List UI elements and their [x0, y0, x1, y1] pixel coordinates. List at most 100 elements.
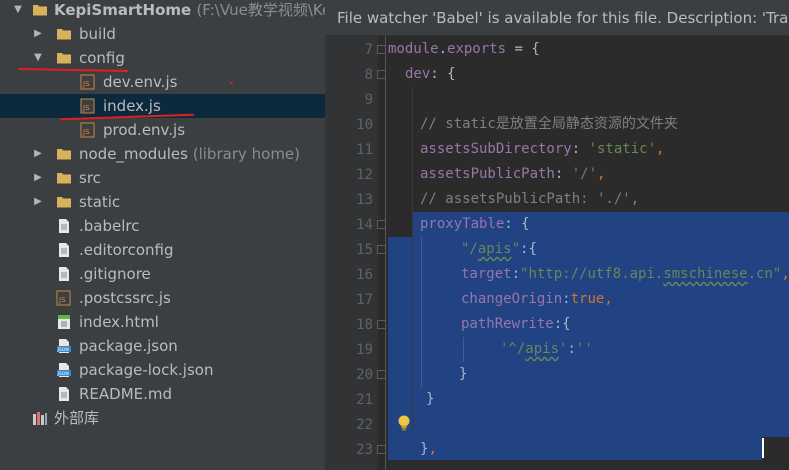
tree-item-root[interactable]: ▼ KepiSmartHome (F:\Vue教学视频\Kep: [0, 0, 325, 22]
tree-item-postcssrc-js[interactable]: JS .postcssrc.js: [0, 286, 325, 310]
tree-item-editorconfig[interactable]: .editorconfig: [0, 238, 325, 262]
fold-marker-icon[interactable]: [377, 45, 386, 54]
line-number: 8: [364, 67, 373, 83]
fold-marker-icon[interactable]: [377, 245, 386, 254]
chevron-right-icon[interactable]: ▶: [32, 22, 44, 46]
chevron-down-icon[interactable]: ▼: [12, 0, 24, 22]
line-number: 12: [356, 167, 373, 183]
file-watcher-banner[interactable]: File watcher 'Babel' is available for th…: [325, 0, 789, 36]
fold-marker-icon[interactable]: [377, 370, 386, 379]
code-line-8: dev: {: [405, 66, 456, 82]
code-line-16: target:"http://utf8.api.smschinese.cn",: [461, 266, 789, 282]
tree-item-static[interactable]: ▶ static: [0, 190, 325, 214]
code-line-17: changeOrigin:true,: [461, 291, 613, 307]
tree-item-path-hint: (F:\Vue教学视频\Kep: [196, 1, 325, 19]
code-line-7: module.exports = {: [388, 41, 540, 57]
folder-icon: [57, 149, 71, 160]
code-editor[interactable]: File watcher 'Babel' is available for th…: [325, 0, 789, 470]
svg-text:JSON: JSON: [57, 347, 69, 353]
js-file-icon: JS: [80, 122, 95, 138]
json-file-icon: JSON: [57, 363, 71, 377]
line-number: 17: [356, 292, 373, 308]
markdown-file-icon: [59, 387, 69, 401]
text-file-icon: [59, 219, 69, 233]
tree-item-label: package-lock.json: [79, 361, 214, 379]
line-number: 19: [356, 342, 373, 358]
line-number: 13: [356, 192, 373, 208]
fold-marker-icon[interactable]: [377, 220, 386, 229]
chevron-right-icon[interactable]: ▶: [32, 142, 44, 166]
tree-item-dev-env-js[interactable]: JS dev.env.js: [0, 70, 325, 94]
line-number: 11: [356, 142, 373, 158]
line-number: 9: [364, 92, 373, 108]
line-number: 15: [356, 242, 373, 258]
fold-marker-icon[interactable]: [377, 70, 386, 79]
line-number: 10: [356, 117, 373, 133]
code-line-11: assetsSubDirectory: 'static',: [420, 141, 665, 157]
tree-item-package-json[interactable]: JSON package.json: [0, 334, 325, 358]
code-line-20: }: [459, 366, 468, 382]
text-selection: [388, 437, 762, 460]
text-file-icon: [59, 243, 69, 257]
lightbulb-icon[interactable]: [395, 414, 413, 432]
tree-item-src[interactable]: ▶ src: [0, 166, 325, 190]
tree-item-label: static: [79, 193, 121, 211]
fold-marker-icon[interactable]: [377, 320, 386, 329]
tree-item-node-modules[interactable]: ▶ node_modules (library home): [0, 142, 325, 166]
code-comment-line-10: // static是放置全局静态资源的文件夹: [420, 116, 678, 132]
chevron-down-icon[interactable]: ▼: [32, 46, 44, 70]
tree-item-label: KepiSmartHome: [54, 1, 192, 19]
code-line-12: assetsPublicPath: '/',: [420, 166, 606, 182]
tree-item-external-libraries[interactable]: 外部库: [0, 406, 325, 430]
js-file-icon: JS: [80, 74, 95, 90]
tree-item-readme-md[interactable]: README.md: [0, 382, 325, 406]
line-number: 16: [356, 267, 373, 283]
js-file-icon: JS: [56, 290, 71, 306]
tree-item-gitignore[interactable]: .gitignore: [0, 262, 325, 286]
tree-item-label: .postcssrc.js: [79, 289, 171, 307]
code-line-19: '^/apis':'': [500, 341, 593, 357]
tree-item-index-html[interactable]: index.html: [0, 310, 325, 334]
code-line-14: proxyTable: {: [420, 216, 530, 232]
tree-item-label: dev.env.js: [103, 73, 178, 91]
tree-item-build[interactable]: ▶ build: [0, 22, 325, 46]
chevron-right-icon[interactable]: ▶: [32, 190, 44, 214]
tree-item-config[interactable]: ▼ config: [0, 46, 325, 70]
tree-item-label: prod.env.js: [103, 121, 186, 139]
code-line-23: },: [420, 441, 437, 457]
line-number: 23: [356, 442, 373, 458]
project-tree: ▼ KepiSmartHome (F:\Vue教学视频\Kep ▶ build …: [0, 0, 325, 470]
tree-item-prod-env-js[interactable]: JS prod.env.js: [0, 118, 325, 142]
tree-item-label: index.html: [79, 313, 159, 331]
fold-marker-icon[interactable]: [377, 445, 386, 454]
chevron-right-icon[interactable]: ▶: [32, 166, 44, 190]
svg-text:JS: JS: [82, 104, 90, 112]
tree-item-label: build: [79, 25, 116, 43]
tree-item-label: src: [79, 169, 101, 187]
annotation-dot: [230, 82, 233, 84]
svg-text:JS: JS: [82, 80, 90, 88]
text-caret: [762, 438, 764, 458]
tree-item-label: node_modules: [79, 145, 188, 163]
tree-item-label: 外部库: [54, 409, 100, 427]
code-line-15: "/apis":{: [461, 241, 537, 257]
line-number: 20: [356, 367, 373, 383]
html-file-icon: [58, 315, 70, 329]
json-file-icon: JSON: [57, 339, 71, 353]
js-file-icon: JS: [80, 98, 95, 114]
tree-item-babelrc[interactable]: .babelrc: [0, 214, 325, 238]
code-line-18: pathRewrite:{: [461, 316, 571, 332]
line-number: 7: [364, 42, 373, 58]
svg-text:JS: JS: [82, 128, 90, 136]
editor-gutter: 7 8 9 10 11 12 13 14 15 16 17 18 19 20 2…: [325, 36, 378, 470]
tree-item-library-hint: (library home): [192, 145, 301, 163]
text-file-icon: [59, 267, 69, 281]
tree-item-label: config: [79, 49, 125, 67]
line-number: 22: [356, 417, 373, 433]
library-icon: [33, 412, 47, 425]
folder-icon: [33, 5, 47, 16]
tree-item-label: README.md: [79, 385, 173, 403]
line-number: 14: [356, 217, 373, 233]
tree-item-package-lock-json[interactable]: JSON package-lock.json: [0, 358, 325, 382]
code-line-21: }: [426, 391, 435, 407]
